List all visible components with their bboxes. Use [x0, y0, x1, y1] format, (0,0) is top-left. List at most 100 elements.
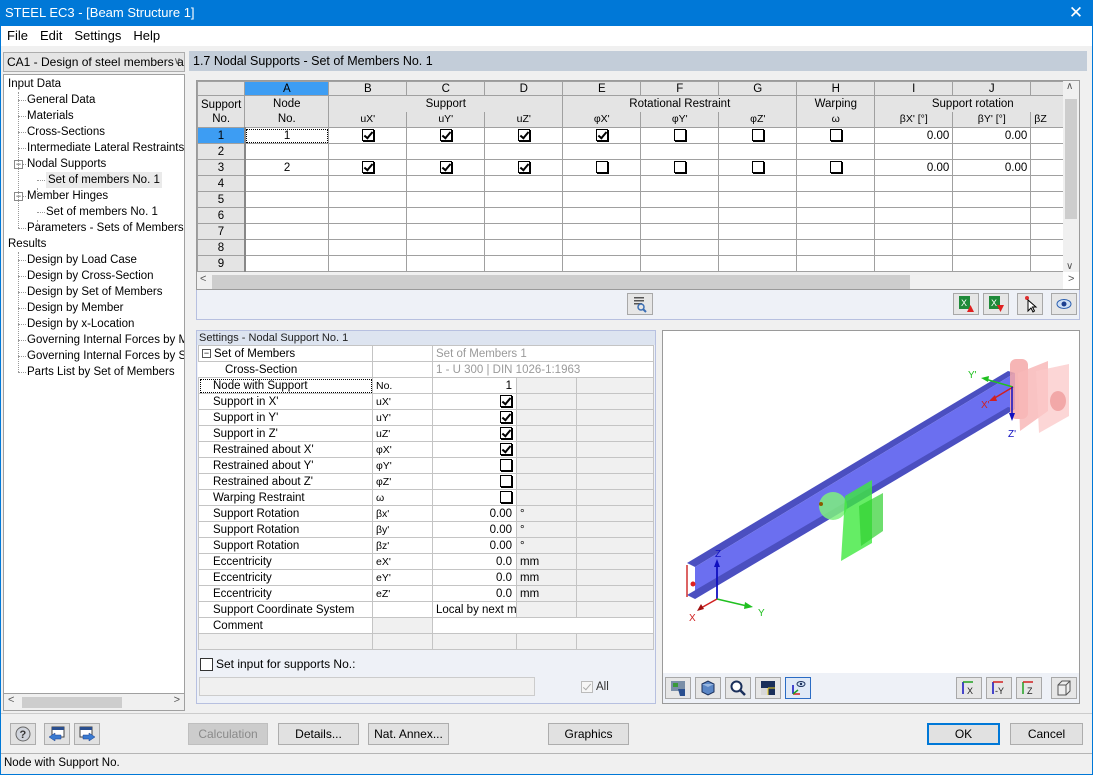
checkbox-cell-uy[interactable] [406, 143, 486, 160]
row-number[interactable]: 6 [197, 207, 246, 224]
checkbox-cell-w[interactable] [796, 223, 876, 240]
all-checkbox[interactable]: All [581, 681, 609, 693]
axis-view-button[interactable] [785, 677, 811, 699]
isometric-button[interactable] [1051, 677, 1077, 699]
rotation-cell-bx[interactable] [874, 239, 954, 256]
nav-item[interactable]: Cross-Sections [27, 124, 105, 140]
cancel-button[interactable]: Cancel [1010, 723, 1083, 745]
checkbox-cell-ux[interactable] [328, 255, 408, 272]
settings-value[interactable]: 1 [432, 377, 517, 394]
calculation-button[interactable]: Calculation [188, 723, 268, 745]
checkbox-cell-pz[interactable] [718, 223, 798, 240]
checkbox-unchecked[interactable] [500, 491, 512, 504]
menu-file[interactable]: File [1, 26, 34, 43]
render-button[interactable] [665, 677, 691, 699]
column-letter[interactable]: H [796, 81, 876, 96]
scroll-left-icon[interactable]: < [200, 273, 206, 285]
checkbox-checked[interactable] [500, 395, 512, 408]
checkbox-unchecked[interactable] [751, 129, 764, 142]
nav-item[interactable]: Parts List by Set of Members [27, 364, 175, 380]
settings-value[interactable]: 0.0 [432, 553, 517, 570]
settings-value[interactable] [432, 473, 517, 490]
checkbox-cell-py[interactable] [640, 127, 720, 144]
checkbox-cell-pz[interactable] [718, 239, 798, 256]
checkbox-checked[interactable] [439, 161, 452, 174]
column-letter[interactable]: J [952, 81, 1032, 96]
row-number[interactable]: 7 [197, 223, 246, 240]
graphics-panel[interactable]: Y' X' Z' Z Y X [662, 330, 1080, 704]
nav-item[interactable]: Intermediate Lateral Restraints [27, 140, 184, 156]
nav-item[interactable]: Design by Cross-Section [27, 268, 154, 284]
layout-button[interactable] [755, 677, 781, 699]
menu-edit[interactable]: Edit [34, 26, 68, 43]
checkbox-cell-ux[interactable] [328, 127, 408, 144]
settings-value[interactable] [432, 393, 517, 410]
checkbox-cell-uy[interactable] [406, 255, 486, 272]
rotation-cell-by[interactable] [952, 191, 1032, 208]
checkbox-cell-ux[interactable] [328, 207, 408, 224]
checkbox-cell-py[interactable] [640, 239, 720, 256]
checkbox-checked[interactable] [361, 129, 374, 142]
settings-value[interactable] [432, 457, 517, 474]
settings-value[interactable]: Local by next m [432, 601, 517, 618]
checkbox-unchecked[interactable] [500, 475, 512, 488]
checkbox-cell-ux[interactable] [328, 175, 408, 192]
collapse-icon[interactable]: − [202, 348, 211, 358]
settings-value[interactable]: 0.00 [432, 537, 517, 554]
checkbox-cell-px[interactable] [562, 159, 642, 176]
3d-model-view[interactable]: Y' X' Z' Z Y X [663, 331, 1081, 673]
scroll-right-icon[interactable]: > [1068, 273, 1074, 285]
scroll-thumb[interactable] [212, 275, 910, 289]
checkbox-cell-w[interactable] [796, 255, 876, 272]
case-selector[interactable]: CA1 - Design of steel members ac ∨ [3, 52, 185, 72]
column-letter[interactable]: D [484, 81, 564, 96]
checkbox-cell-py[interactable] [640, 175, 720, 192]
rotation-cell-bx[interactable] [874, 143, 954, 160]
node-no-cell[interactable] [244, 223, 330, 240]
node-no-cell[interactable]: 2 [244, 159, 330, 176]
settings-value[interactable] [432, 441, 517, 458]
nav-item[interactable]: Design by Member [27, 300, 124, 316]
checkbox-cell-px[interactable] [562, 255, 642, 272]
rotation-cell-bx[interactable] [874, 207, 954, 224]
menu-help[interactable]: Help [127, 26, 166, 43]
checkbox-cell-uz[interactable] [484, 175, 564, 192]
nav-item[interactable]: Governing Internal Forces by Member [27, 332, 184, 348]
node-no-cell[interactable]: 1 [244, 127, 330, 144]
menu-settings[interactable]: Settings [68, 26, 127, 43]
rotation-cell-bx[interactable]: 0.00 [874, 159, 954, 176]
checkbox-checked[interactable] [500, 411, 512, 424]
view-minus-y-button[interactable]: -Y [986, 677, 1012, 699]
nav-item[interactable]: Nodal Supports [27, 156, 106, 172]
row-number[interactable]: 9 [197, 255, 246, 272]
checkbox-cell-px[interactable] [562, 175, 642, 192]
rotation-cell-bx[interactable]: 0.00 [874, 127, 954, 144]
nav-item[interactable]: Parameters - Sets of Members [27, 220, 184, 236]
checkbox-cell-uy[interactable] [406, 159, 486, 176]
nav-item[interactable]: Input Data [8, 76, 61, 92]
checkbox-cell-py[interactable] [640, 143, 720, 160]
checkbox-unchecked[interactable] [673, 129, 686, 142]
checkbox-unchecked[interactable] [500, 459, 512, 472]
rotation-cell-by[interactable]: 0.00 [952, 127, 1032, 144]
zoom-button[interactable] [725, 677, 751, 699]
checkbox-cell-uy[interactable] [406, 191, 486, 208]
column-letter[interactable]: I [874, 81, 954, 96]
checkbox-cell-ux[interactable] [328, 239, 408, 256]
checkbox-checked[interactable] [361, 161, 374, 174]
chevron-down-icon[interactable]: ∨ [174, 53, 181, 71]
column-letter[interactable]: F [640, 81, 720, 96]
next-window-button[interactable] [74, 723, 100, 745]
scroll-left-icon[interactable]: < [8, 694, 14, 706]
checkbox-cell-pz[interactable] [718, 159, 798, 176]
rotation-cell-bx[interactable] [874, 255, 954, 272]
checkbox-cell-uz[interactable] [484, 239, 564, 256]
help-button[interactable]: ? [10, 723, 36, 745]
table-view-button[interactable] [627, 293, 653, 315]
view-3d-button[interactable] [695, 677, 721, 699]
node-no-cell[interactable] [244, 255, 330, 272]
nat-annex-button[interactable]: Nat. Annex... [368, 723, 449, 745]
rotation-cell-by[interactable]: 0.00 [952, 159, 1032, 176]
nav-item[interactable]: Materials [27, 108, 74, 124]
checkbox-checked[interactable] [500, 427, 512, 440]
